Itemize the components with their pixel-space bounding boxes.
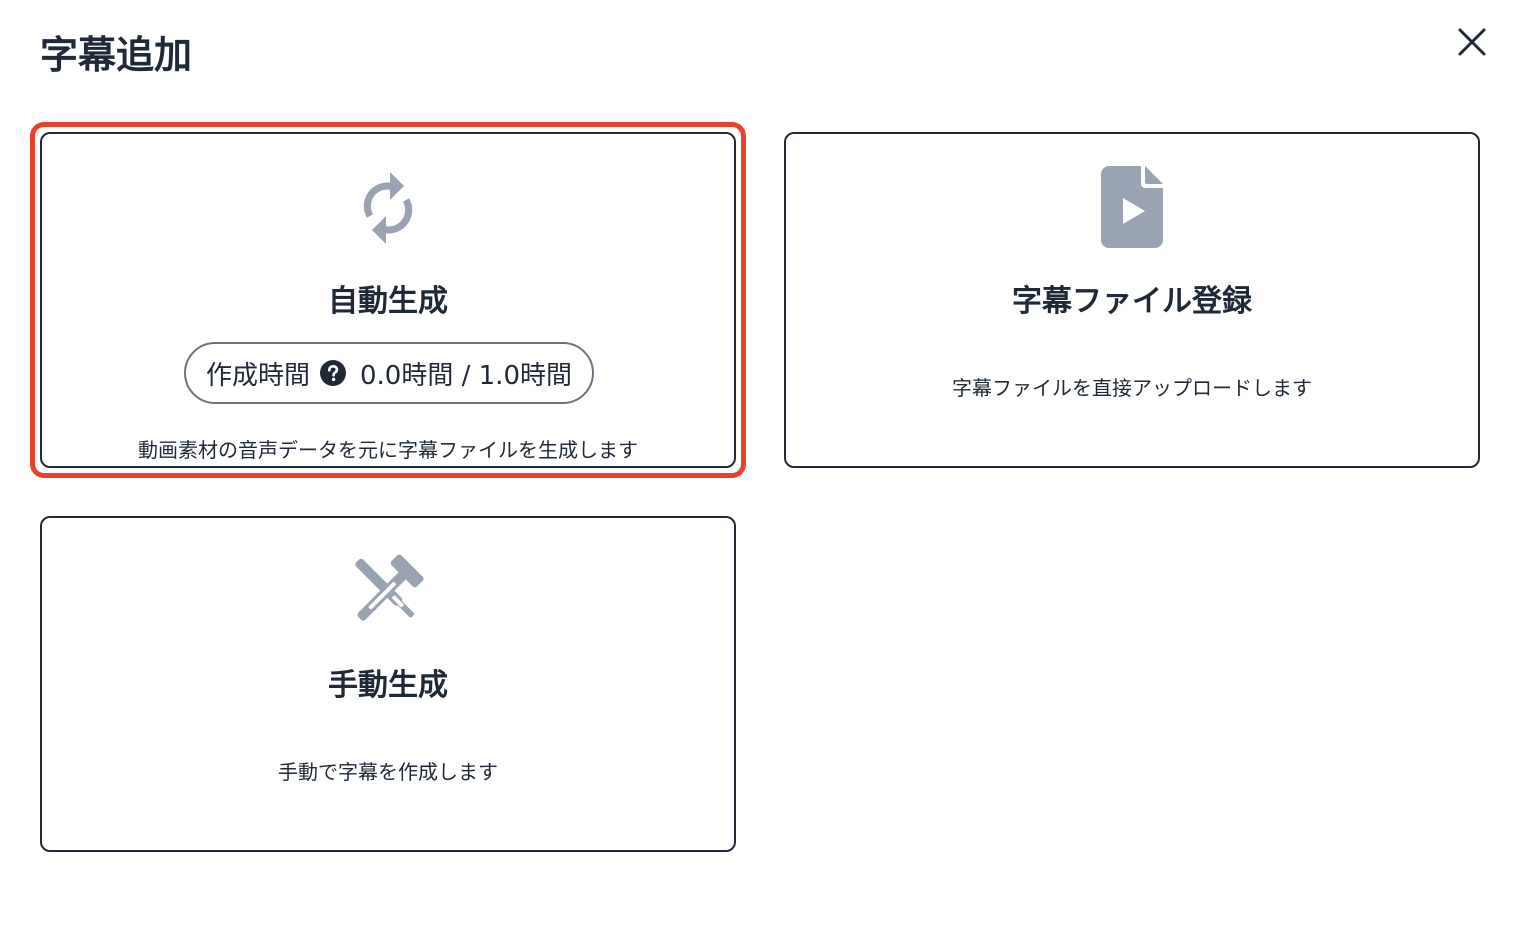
creation-time-badge: 作成時間 0.0時間 / 1.0時間: [184, 342, 594, 404]
subtitle-file-title: 字幕ファイル登録: [1012, 284, 1252, 319]
creation-time-value: 0.0時間 / 1.0時間: [360, 360, 572, 391]
manual-generate-description: 手動で字幕を作成します: [278, 760, 498, 784]
manual-generate-card[interactable]: 手動生成 手動で字幕を作成します: [40, 516, 736, 852]
dialog-title: 字幕追加: [40, 33, 193, 77]
auto-generate-title: 自動生成: [328, 284, 448, 319]
close-icon: [1458, 28, 1486, 56]
subtitle-file-card[interactable]: 字幕ファイル登録 字幕ファイルを直接アップロードします: [784, 132, 1480, 468]
question-circle-icon[interactable]: [320, 360, 346, 386]
tools-icon: [352, 554, 424, 630]
auto-generate-description: 動画素材の音声データを元に字幕ファイルを生成します: [138, 438, 638, 462]
manual-generate-title: 手動生成: [328, 668, 448, 703]
auto-generate-card[interactable]: 自動生成 作成時間 0.0時間 / 1.0時間 動画素材の音声データを元に字幕フ…: [40, 132, 736, 468]
close-button[interactable]: [1452, 22, 1492, 62]
subtitle-file-description: 字幕ファイルを直接アップロードします: [952, 376, 1312, 400]
refresh-icon: [358, 170, 418, 250]
video-file-icon: [1101, 166, 1163, 252]
creation-time-label: 作成時間: [205, 360, 310, 391]
